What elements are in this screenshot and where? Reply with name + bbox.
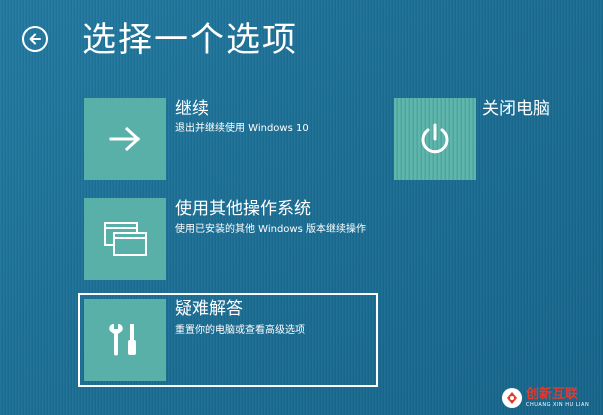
page-title: 选择一个选项 xyxy=(82,20,298,60)
option-troubleshoot-title: 疑难解答 xyxy=(175,299,243,319)
other-os-tile[interactable] xyxy=(84,198,166,280)
option-troubleshoot[interactable]: 疑难解答 重置你的电脑或查看高级选项 xyxy=(78,293,378,387)
option-shutdown-title: 关闭电脑 xyxy=(482,99,550,119)
power-icon xyxy=(421,123,449,154)
option-continue-title: 继续 xyxy=(175,99,209,119)
arrow-left-icon xyxy=(29,33,41,45)
option-continue-description: 退出并继续使用 Windows 10 xyxy=(175,123,309,134)
tools-icon xyxy=(109,324,136,356)
watermark-emblem-icon xyxy=(502,387,522,408)
watermark-logo: 创新互联 CHUANG XIN HU LIAN xyxy=(502,380,603,415)
continue-tile[interactable] xyxy=(84,98,166,180)
troubleshoot-tile[interactable] xyxy=(84,299,166,381)
option-shutdown[interactable]: 关闭电脑 xyxy=(394,98,564,184)
option-other-os-title: 使用其他操作系统 xyxy=(175,199,311,219)
option-troubleshoot-description: 重置你的电脑或查看高级选项 xyxy=(175,325,305,336)
back-button[interactable] xyxy=(22,26,48,52)
shutdown-tile[interactable] xyxy=(394,98,476,180)
watermark-subtitle: CHUANG XIN HU LIAN xyxy=(526,401,590,408)
arrow-right-icon xyxy=(109,126,141,152)
option-continue[interactable]: 继续 退出并继续使用 Windows 10 xyxy=(84,98,344,184)
option-other-os-description: 使用已安装的其他 Windows 版本继续操作 xyxy=(175,224,366,235)
watermark-name: 创新互联 xyxy=(526,386,579,402)
windows-stack-icon xyxy=(104,222,147,256)
option-other-os[interactable]: 使用其他操作系统 使用已安装的其他 Windows 版本继续操作 xyxy=(84,198,374,284)
